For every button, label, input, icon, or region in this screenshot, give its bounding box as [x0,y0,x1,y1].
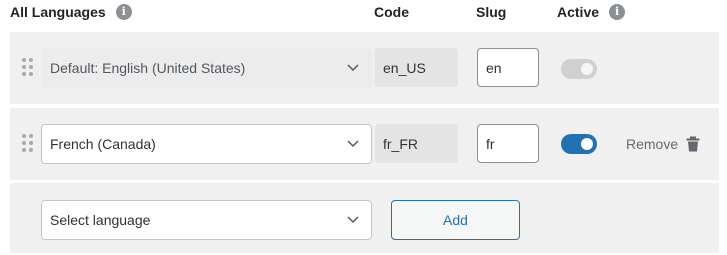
slug-input[interactable]: fr [477,124,539,163]
slug-value: en [486,59,502,76]
code-label: Code [374,4,409,20]
language-select-value: French (Canada) [50,136,156,152]
code-value: fr_FR [383,135,418,152]
remove-button[interactable]: Remove [626,136,700,152]
all-languages-label: All Languages [10,4,106,20]
chevron-down-icon [347,216,359,224]
toggle-knob [581,138,593,150]
code-field: en_US [375,48,458,87]
code-value: en_US [383,59,426,76]
slug-header: Slug [476,4,506,20]
info-icon[interactable]: i [609,4,626,20]
drag-handle-icon[interactable] [22,134,34,152]
language-select[interactable]: Default: English (United States) [41,48,372,88]
language-row-french: French (Canada) fr_FR fr Remove [10,108,719,180]
active-label: Active [557,4,600,20]
slug-input[interactable]: en [477,48,539,87]
new-language-placeholder: Select language [50,212,151,228]
chevron-down-icon [347,64,359,72]
trash-icon [686,136,700,152]
add-language-row: Select language Add [10,183,719,253]
slug-label: Slug [476,4,507,20]
all-languages-header: All Languages i [10,4,132,20]
language-select[interactable]: French (Canada) [41,124,372,164]
info-icon[interactable]: i [115,4,132,20]
add-label: Add [443,212,468,228]
chevron-down-icon [347,140,359,148]
toggle-knob [581,63,593,75]
slug-value: fr [486,135,495,152]
language-select-value: Default: English (United States) [50,60,246,76]
new-language-select[interactable]: Select language [41,200,372,240]
active-toggle[interactable] [561,134,597,154]
active-header: Active i [557,4,626,20]
active-toggle[interactable] [561,59,597,79]
table-header: All Languages i Code Slug Active i [0,0,727,30]
add-button[interactable]: Add [391,200,520,240]
language-row-default: Default: English (United States) en_US e… [10,32,719,104]
code-field: fr_FR [375,124,458,163]
drag-handle-icon[interactable] [22,58,34,76]
code-header: Code [374,4,409,20]
remove-label: Remove [626,136,679,152]
